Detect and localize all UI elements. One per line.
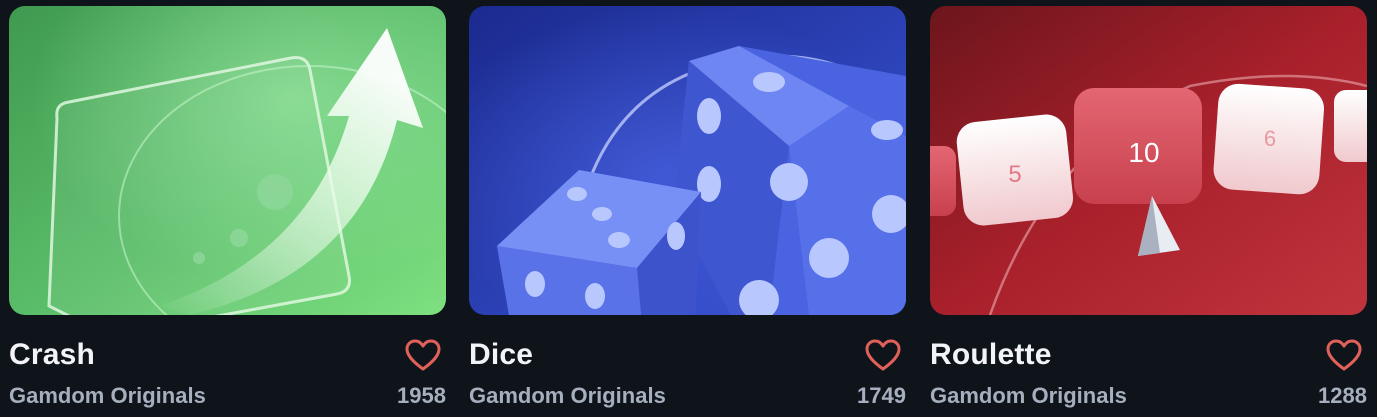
player-count: 1749: [857, 383, 906, 408]
game-grid: Crash Gamdom Originals 1958 Dice Gamdom …: [0, 0, 1377, 417]
dice-artwork: [469, 6, 906, 315]
roulette-tile-6: 6: [1264, 126, 1276, 151]
roulette-artwork: 5 10 6: [930, 6, 1367, 315]
game-provider: Gamdom Originals: [9, 383, 206, 408]
game-title[interactable]: Roulette: [930, 335, 1052, 375]
game-card-dice[interactable]: Dice Gamdom Originals 1749: [469, 6, 906, 411]
roulette-tile-10: 10: [1128, 137, 1159, 168]
roulette-thumbnail[interactable]: 5 10 6: [930, 6, 1367, 315]
game-provider: Gamdom Originals: [930, 383, 1127, 408]
game-title[interactable]: Dice: [469, 335, 533, 375]
player-count: 1288: [1318, 383, 1367, 408]
roulette-tile-5: 5: [1008, 161, 1021, 188]
heart-outline-icon[interactable]: [864, 338, 902, 372]
crash-artwork: [9, 6, 446, 315]
game-provider: Gamdom Originals: [469, 383, 666, 408]
game-card-roulette[interactable]: 5 10 6 Roulette Gamdom Originals 1288: [930, 6, 1367, 411]
dice-thumbnail[interactable]: [469, 6, 906, 315]
player-count: 1958: [397, 383, 446, 408]
heart-outline-icon[interactable]: [1325, 338, 1363, 372]
crash-thumbnail[interactable]: [9, 6, 446, 315]
game-card-crash[interactable]: Crash Gamdom Originals 1958: [9, 6, 446, 411]
heart-outline-icon[interactable]: [404, 338, 442, 372]
game-title[interactable]: Crash: [9, 335, 95, 375]
